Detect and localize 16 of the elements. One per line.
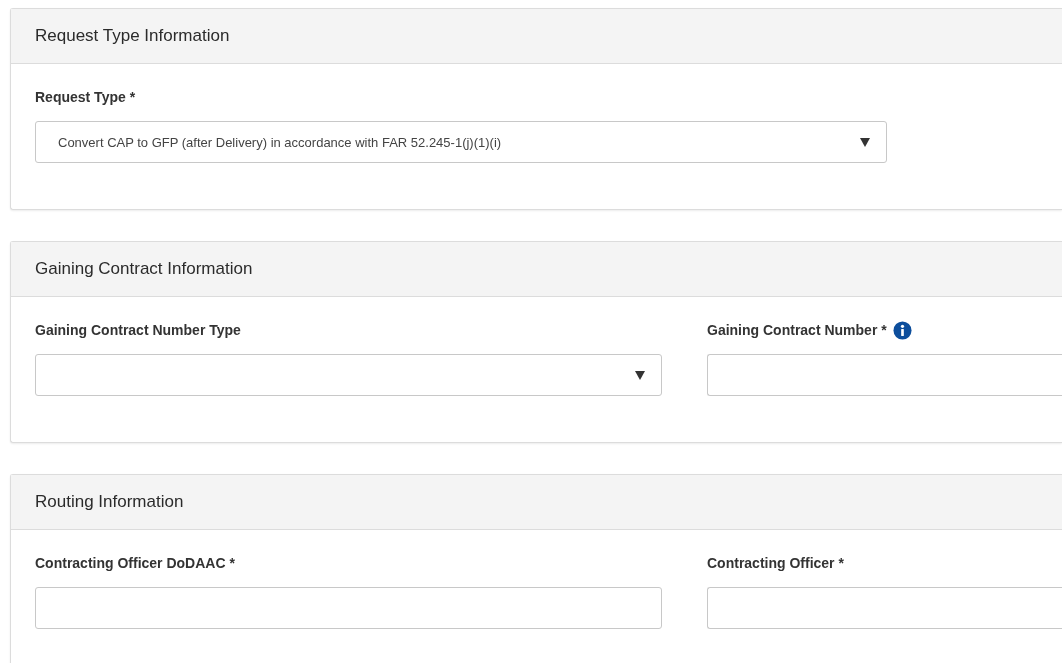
input-field[interactable] (707, 354, 1062, 396)
section-title: Routing Information (35, 492, 184, 512)
field-label: Contracting Officer DoDAAC * (35, 555, 235, 571)
section-title: Gaining Contract Information (35, 259, 253, 279)
dropdown-field[interactable]: Convert CAP to GFP (after Delivery) in accordance with FAR 52.245-1(j)(1)(i) (35, 121, 887, 163)
dropdown-field[interactable] (35, 354, 662, 396)
field-label: Gaining Contract Number Type (35, 322, 241, 338)
caret-icon (860, 137, 870, 147)
field-label: Request Type * (35, 89, 136, 105)
section-title: Request Type Information (35, 26, 230, 46)
input-field[interactable] (35, 587, 662, 629)
info-icon[interactable] (892, 320, 912, 340)
field-label: Contracting Officer * (707, 555, 844, 571)
field-label: Gaining Contract Number * (707, 322, 887, 338)
input-field[interactable] (707, 587, 1062, 629)
caret-icon (635, 370, 645, 380)
